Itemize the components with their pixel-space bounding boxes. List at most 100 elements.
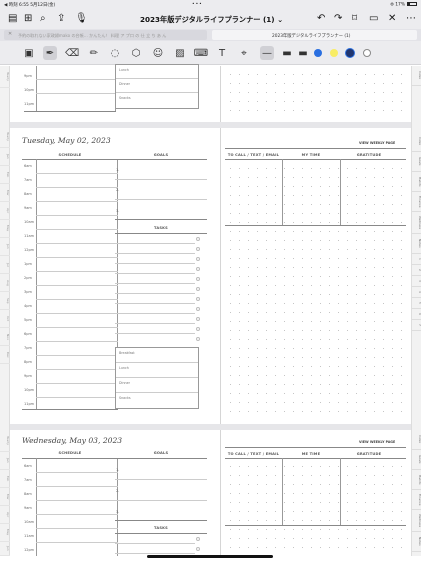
task-checkbox[interactable] [196, 267, 200, 271]
section-tab[interactable]: 7 [412, 320, 421, 331]
month-tab[interactable]: Aug [0, 274, 10, 292]
month-tab[interactable]: Yearly [0, 126, 10, 148]
close-icon[interactable]: ✕ [388, 13, 396, 25]
section-tab[interactable]: 2 [412, 265, 421, 276]
sidebar-icon[interactable]: ▤ [8, 13, 17, 25]
month-tab[interactable]: May [0, 220, 10, 238]
month-tab[interactable]: Jun [0, 238, 10, 256]
meal-label: Dinner [119, 381, 131, 385]
lasso-icon[interactable]: ◌ [108, 46, 122, 60]
more-icon[interactable]: ⋯ [406, 13, 416, 25]
share-icon[interactable]: ⇪ [57, 13, 65, 25]
mic-icon[interactable]: 🎙 [75, 13, 88, 25]
section-tab[interactable]: Notes [412, 532, 421, 552]
month-tab[interactable]: Nov [0, 328, 10, 346]
shape-icon[interactable]: ⬡ [129, 46, 143, 60]
section-tab[interactable]: 1 [412, 254, 421, 265]
month-tab[interactable]: Apr [0, 202, 10, 220]
month-tab[interactable]: Mar [0, 488, 10, 506]
month-tab[interactable]: Yearly [0, 66, 10, 88]
grid-icon[interactable]: ⊞ [24, 13, 32, 25]
document-title[interactable]: 2023年版デジタルライフプランナー (1) ⌄ [140, 15, 283, 25]
task-checkbox[interactable] [196, 277, 200, 281]
tab-close-icon[interactable]: ✕ [8, 31, 12, 37]
redo-icon[interactable]: ↷ [334, 13, 342, 25]
month-tab[interactable]: Oct [0, 310, 10, 328]
view-weekly-page-link[interactable]: VIEW WEEKLY PAGE [359, 141, 395, 145]
month-tab[interactable]: Feb [0, 166, 10, 184]
month-tab[interactable]: Jul [0, 256, 10, 274]
month-tab[interactable]: Yearly [0, 430, 10, 452]
thin-line-icon[interactable]: — [260, 46, 274, 60]
task-checkbox[interactable] [196, 307, 200, 311]
section-tab[interactable]: Index [412, 66, 421, 86]
section-tab[interactable]: Goals [412, 152, 421, 172]
dot-grid[interactable] [226, 164, 406, 418]
task-checkbox[interactable] [196, 247, 200, 251]
keyboard-icon[interactable]: ⌨ [194, 46, 208, 60]
color-add-icon[interactable] [363, 49, 371, 57]
task-checkbox[interactable] [196, 317, 200, 321]
section-tab[interactable]: Index [412, 430, 421, 450]
home-indicator[interactable] [147, 555, 273, 558]
tab-active-doc[interactable]: 2023年版デジタルライフプランナー (1) [212, 30, 417, 40]
pen-toolbar: ▣ ✒ ⌫ ✏ ◌ ⬡ ☺ ▨ ⌨ T ⌖ — ▬ ▬ [0, 41, 421, 65]
section-tab[interactable]: Habits [412, 470, 421, 490]
section-tab[interactable]: Wellness [412, 510, 421, 532]
color-yellow-swatch[interactable] [330, 49, 338, 57]
task-checkbox[interactable] [196, 297, 200, 301]
dot-grid[interactable] [226, 462, 406, 554]
month-tab[interactable]: Jan [0, 148, 10, 166]
month-tab[interactable]: Apr [0, 506, 10, 524]
meals-box[interactable]: Lunch Dinner Snacks [115, 64, 199, 109]
bookmark-icon[interactable]: ⌑ [352, 13, 357, 25]
task-checkbox[interactable] [196, 257, 200, 261]
section-tab[interactable]: Finance [412, 192, 421, 212]
export-icon[interactable]: ▭ [369, 13, 378, 25]
section-tab[interactable]: Finance [412, 490, 421, 510]
meals-box[interactable]: Breakfast Lunch Dinner Snacks [115, 347, 199, 409]
month-tab[interactable]: Sep [0, 292, 10, 310]
task-checkbox[interactable] [196, 287, 200, 291]
medium-line-icon[interactable]: ▬ [280, 46, 294, 60]
section-tab[interactable]: 6 [412, 309, 421, 320]
image-insert-icon[interactable]: ▣ [22, 46, 36, 60]
task-checkbox[interactable] [196, 547, 200, 551]
view-weekly-page-link[interactable]: VIEW WEEKLY PAGE [359, 440, 395, 444]
undo-icon[interactable]: ↶ [317, 13, 325, 25]
month-tab[interactable]: Mar [0, 184, 10, 202]
month-tab[interactable]: Feb [0, 470, 10, 488]
section-tab[interactable]: Habits [412, 172, 421, 192]
section-tab[interactable]: Goals [412, 450, 421, 470]
dot-grid[interactable] [226, 70, 406, 118]
section-tab[interactable]: 5 [412, 298, 421, 309]
pointer-icon[interactable]: ⌖ [237, 46, 251, 60]
section-tab[interactable]: 4 [412, 287, 421, 298]
month-tab[interactable]: Jan [0, 452, 10, 470]
tab-other-doc[interactable]: ✕ 予約の取れない家政婦mako の台帳… かんたん！ 料理 ア プ口 の 仕 … [4, 30, 207, 40]
photo-icon[interactable]: ▨ [173, 46, 187, 60]
month-tab[interactable]: Jun [0, 542, 10, 556]
task-checkbox[interactable] [196, 327, 200, 331]
section-tab[interactable]: 3 [412, 276, 421, 287]
section-tab[interactable]: Wellness [412, 212, 421, 234]
section-tab[interactable]: Index [412, 132, 421, 152]
month-tab[interactable]: Dec [0, 346, 10, 364]
schedule-column[interactable] [36, 159, 118, 409]
thick-line-icon[interactable]: ▬ [296, 46, 310, 60]
section-tab[interactable]: Notes [412, 234, 421, 254]
eraser-icon[interactable]: ⌫ [65, 46, 79, 60]
text-icon[interactable]: T [215, 46, 229, 60]
month-tab[interactable]: May [0, 524, 10, 542]
task-checkbox[interactable] [196, 337, 200, 341]
highlighter-icon[interactable]: ✏ [87, 46, 101, 60]
tab-label: 2023年版デジタルライフプランナー (1) [272, 33, 351, 39]
chevron-down-icon[interactable]: ⌄ [277, 15, 283, 24]
color-blue-swatch[interactable] [314, 49, 322, 57]
sticker-icon[interactable]: ☺ [151, 46, 165, 60]
search-icon[interactable]: ⌕ [40, 13, 46, 25]
task-checkbox[interactable] [196, 537, 200, 541]
task-checkbox[interactable] [196, 237, 200, 241]
color-navy-swatch[interactable] [345, 48, 355, 58]
pen-icon[interactable]: ✒ [43, 46, 57, 60]
